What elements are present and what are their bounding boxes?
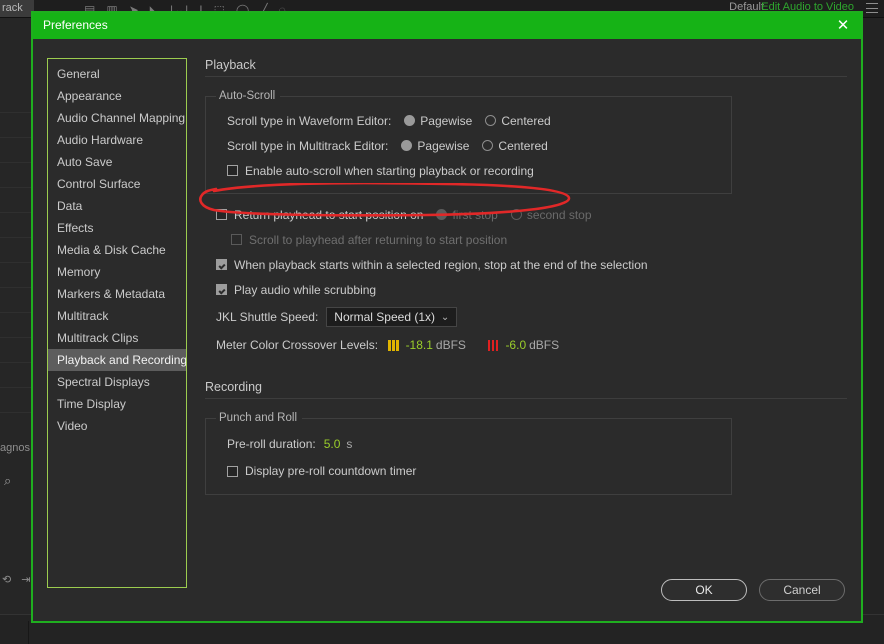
radio-multitrack-pagewise-label[interactable]: Pagewise [417,139,469,153]
playback-section-title: Playback [205,58,256,72]
dialog-body: General Appearance Audio Channel Mapping… [33,39,861,621]
sidebar-item-appearance[interactable]: Appearance [48,85,186,107]
radio-waveform-pagewise[interactable] [404,115,416,126]
preferences-category-list[interactable]: General Appearance Audio Channel Mapping… [47,58,187,588]
enable-autoscroll-row[interactable]: Enable auto-scroll when starting playbac… [216,158,721,183]
enable-autoscroll-label[interactable]: Enable auto-scroll when starting playbac… [245,164,534,178]
punch-and-roll-legend: Punch and Roll [219,412,297,424]
waveform-scroll-type-label: Scroll type in Waveform Editor: [227,113,392,128]
preroll-duration-row: Pre-roll duration: 5.0 s [216,430,721,458]
sidebar-item-data[interactable]: Data [48,195,186,217]
checkbox-enable-autoscroll[interactable] [227,165,238,176]
left-panel-bottom-icons[interactable]: ⟲ ⇥ [2,573,33,586]
sidebar-item-multitrack[interactable]: Multitrack [48,305,186,327]
auto-scroll-legend: Auto-Scroll [219,90,276,102]
radio-second-stop[interactable] [510,209,522,220]
radio-first-stop[interactable] [436,209,448,220]
meter-level-1-unit: dBFS [435,338,466,352]
return-playhead-row[interactable]: Return playhead to start position on fir… [205,202,847,227]
sidebar-item-effects[interactable]: Effects [48,217,186,239]
checkbox-display-preroll-countdown[interactable] [227,465,238,477]
meter-level-2-unit: dBFS [529,338,560,352]
dialog-titlebar[interactable]: Preferences ✕ [33,13,861,39]
meter-level-2-value[interactable]: -6.0 [505,338,526,352]
jkl-shuttle-speed-select[interactable]: Normal Speed (1x) ⌄ [326,307,458,327]
sidebar-item-markers-metadata[interactable]: Markers & Metadata [48,283,186,305]
diagnostics-panel-label: agnos [0,442,30,454]
preroll-duration-unit: s [346,437,353,451]
radio-multitrack-centered[interactable] [482,140,494,151]
sidebar-item-general[interactable]: General [48,63,186,85]
sidebar-item-playback-and-recording[interactable]: Playback and Recording [48,349,186,371]
radio-first-stop-label[interactable]: first stop [452,208,497,222]
jkl-shuttle-speed-label: JKL Shuttle Speed: [216,310,319,324]
radio-multitrack-centered-label[interactable]: Centered [498,139,547,153]
sidebar-item-memory[interactable]: Memory [48,261,186,283]
stop-at-end-row[interactable]: When playback starts within a selected r… [205,252,847,277]
jkl-shuttle-speed-value: Normal Speed (1x) [334,310,436,324]
preroll-duration-value[interactable]: 5.0 [324,437,341,451]
radio-waveform-centered[interactable] [485,115,497,126]
hamburger-menu-icon[interactable] [866,3,878,13]
sidebar-item-media-disk-cache[interactable]: Media & Disk Cache [48,239,186,261]
left-panel-rows [0,88,31,413]
radio-waveform-pagewise-label[interactable]: Pagewise [420,114,472,128]
return-playhead-label[interactable]: Return playhead to start position on [234,208,423,222]
checkbox-scroll-to-playhead [231,234,242,245]
sidebar-item-control-surface[interactable]: Control Surface [48,173,186,195]
punch-and-roll-group: Punch and Roll Pre-roll duration: 5.0 s … [205,412,732,495]
checkbox-return-playhead[interactable] [216,209,227,220]
recording-section-rule [205,398,847,399]
sidebar-item-auto-save[interactable]: Auto Save [48,151,186,173]
meter-color-crossover-row: Meter Color Crossover Levels: -18.1 dBFS… [205,332,847,358]
stop-at-end-label[interactable]: When playback starts within a selected r… [234,258,648,272]
preroll-duration-label: Pre-roll duration: [227,437,316,451]
sidebar-item-audio-hardware[interactable]: Audio Hardware [48,129,186,151]
preroll-countdown-label[interactable]: Display pre-roll countdown timer [245,464,416,478]
checkbox-stop-at-end-of-selection[interactable] [216,259,227,270]
dialog-button-bar: OK Cancel [661,579,845,601]
play-audio-scrubbing-label[interactable]: Play audio while scrubbing [234,283,376,297]
checkbox-play-audio-while-scrubbing[interactable] [216,284,227,295]
left-panel: agnos ⌕ ⟲ ⇥ [0,18,32,644]
close-icon[interactable]: ✕ [833,16,853,36]
radio-second-stop-label[interactable]: second stop [527,208,592,222]
meter-swatch-yellow-icon[interactable] [388,339,399,351]
waveform-scroll-type-row: Scroll type in Waveform Editor: Pagewise… [216,108,721,133]
status-bar-divider [28,621,29,644]
radio-waveform-centered-label[interactable]: Centered [501,114,550,128]
scroll-to-playhead-row: Scroll to playhead after returning to st… [205,227,847,252]
panel-tab-rack[interactable]: rack [0,0,34,17]
play-audio-scrubbing-row[interactable]: Play audio while scrubbing [205,277,847,302]
chevron-down-icon: ⌄ [440,312,450,323]
preferences-pane: Playback Auto-Scroll Scroll type in Wave… [205,58,847,563]
meter-level-1-value[interactable]: -18.1 [406,338,433,352]
multitrack-scroll-type-label: Scroll type in Multitrack Editor: [227,138,389,153]
meter-swatch-red-icon[interactable] [487,339,499,351]
loop-icon[interactable]: ⟲ [2,573,11,586]
auto-scroll-group: Auto-Scroll Scroll type in Waveform Edit… [205,90,732,194]
search-icon[interactable]: ⌕ [4,473,11,489]
multitrack-scroll-type-row: Scroll type in Multitrack Editor: Pagewi… [216,133,721,158]
skip-icon[interactable]: ⇥ [21,573,30,586]
sidebar-item-time-display[interactable]: Time Display [48,393,186,415]
preferences-dialog: Preferences ✕ General Appearance Audio C… [31,11,863,623]
sidebar-item-audio-channel-mapping[interactable]: Audio Channel Mapping [48,107,186,129]
radio-multitrack-pagewise[interactable] [401,140,413,151]
cancel-button[interactable]: Cancel [759,579,845,601]
sidebar-item-video[interactable]: Video [48,415,186,437]
preroll-countdown-row[interactable]: Display pre-roll countdown timer [216,458,721,484]
sidebar-item-multitrack-clips[interactable]: Multitrack Clips [48,327,186,349]
meter-color-crossover-label: Meter Color Crossover Levels: [216,338,379,352]
jkl-shuttle-speed-row: JKL Shuttle Speed: Normal Speed (1x) ⌄ [205,302,847,332]
dialog-title: Preferences [43,18,108,32]
recording-section-title: Recording [205,380,262,394]
playback-section-rule [205,76,847,77]
sidebar-item-spectral-displays[interactable]: Spectral Displays [48,371,186,393]
ok-button[interactable]: OK [661,579,747,601]
scroll-to-playhead-label: Scroll to playhead after returning to st… [249,232,508,247]
